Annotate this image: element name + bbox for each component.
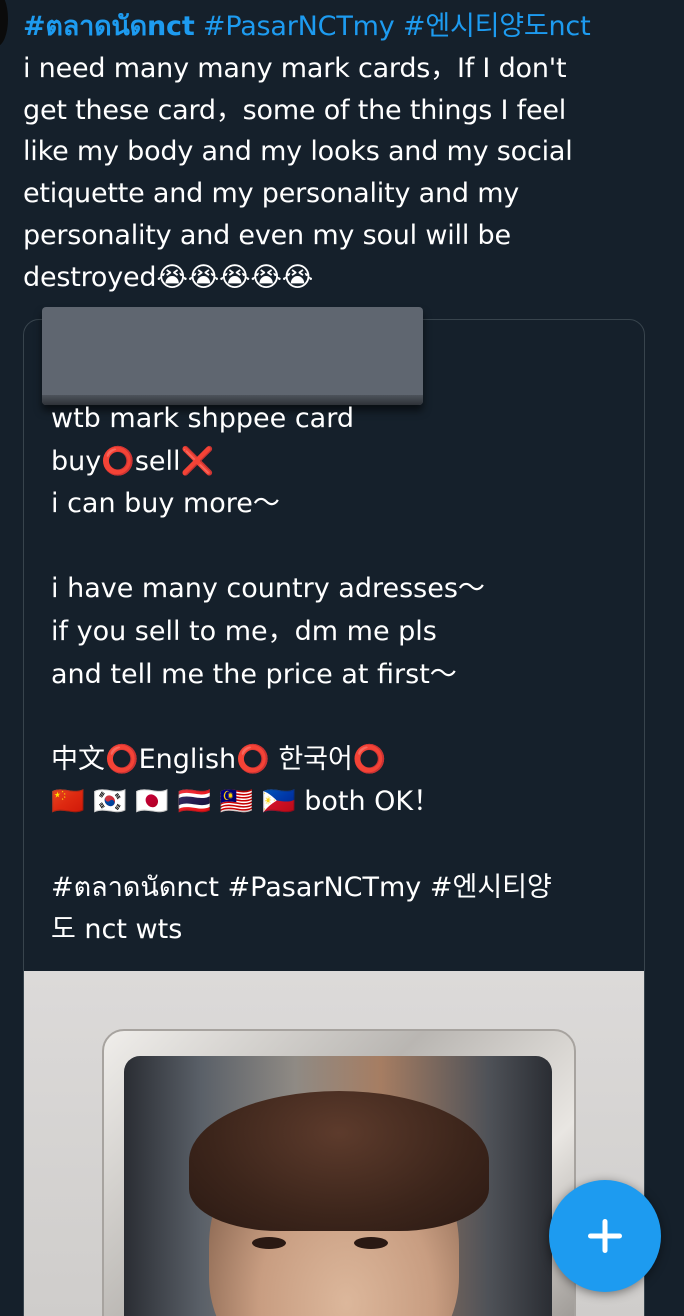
quote-line: i have many country adresses～: [51, 573, 485, 605]
tweet-text-line: i need many many mark cards，If I don't: [23, 52, 567, 84]
quote-word: English: [138, 743, 237, 775]
quoted-tweet-text: wtb mark shppee card buy⭕sell❌ i can buy…: [51, 398, 641, 952]
plus-icon: [588, 1219, 622, 1253]
quote-line: buy⭕sell❌: [51, 441, 641, 484]
quote-word: buy: [51, 445, 102, 477]
redaction-block: [42, 307, 423, 405]
quote-line: i can buy more～: [51, 488, 280, 520]
circle-emoji-icon: ⭕: [352, 743, 387, 775]
quote-word: 한국어: [269, 743, 353, 775]
quote-line: #ตลาดนัดnct #PasarNCTmy #엔시티양: [51, 871, 552, 903]
compose-tweet-button[interactable]: [549, 1180, 661, 1292]
tweet-detail-page: #ตลาดนัดnct #PasarNCTmy #엔시티양도nct i need…: [0, 0, 684, 1316]
photocard-eye: [252, 1237, 286, 1249]
circle-emoji-icon: ⭕: [105, 743, 139, 775]
avatar[interactable]: [0, 0, 8, 46]
quote-line: and tell me the price at first～: [51, 658, 457, 690]
hashtag-link[interactable]: #PasarNCTmy: [203, 11, 395, 42]
photocard-eye: [354, 1237, 388, 1249]
quote-line: 🇨🇳 🇰🇷 🇯🇵 🇹🇭 🇲🇾 🇵🇭 both OK！: [51, 781, 641, 824]
quote-blank-line: [51, 696, 641, 739]
quote-blank-line: [51, 824, 641, 867]
tweet-hashtags: #ตลาดนัดnct #PasarNCTmy #엔시티양도nct: [23, 6, 663, 48]
circle-emoji-icon: ⭕: [236, 743, 270, 775]
tweet-text-line: like my body and my looks and my social: [23, 136, 573, 168]
tweet-text-line: destroyed😭😭😭😭😭: [23, 261, 314, 293]
tweet-text-line: etiquette and my personality and my: [23, 178, 520, 210]
quote-blank-line: [51, 526, 641, 569]
quote-line: 中文⭕English⭕ 한국어⭕: [51, 739, 641, 782]
hashtag-link[interactable]: #ตลาดนัดnct: [23, 11, 195, 42]
quote-line: if you sell to me，dm me pls: [51, 615, 437, 647]
cross-emoji-icon: ❌: [180, 445, 215, 477]
circle-emoji-icon: ⭕: [101, 445, 135, 477]
quote-word: sell: [134, 445, 181, 477]
tweet-body: #ตลาดนัดnct #PasarNCTmy #엔시티양도nct i need…: [23, 6, 663, 299]
tweet-text-line: personality and even my soul will be: [23, 219, 511, 251]
flag-emoji-icons: 🇨🇳 🇰🇷 🇯🇵 🇹🇭 🇲🇾 🇵🇭: [51, 786, 296, 818]
quote-word: both OK！: [295, 786, 441, 818]
photocard-hair: [189, 1091, 489, 1231]
quoted-tweet-photo[interactable]: [24, 971, 644, 1316]
hashtag-link[interactable]: #엔시티양도nct: [403, 11, 591, 42]
quote-word: 中文: [51, 743, 105, 775]
tweet-text-line: get these card，some of the things I feel: [23, 94, 567, 126]
quote-line: wtb mark shppee card: [51, 403, 354, 434]
quote-line: 도 nct wts: [51, 914, 183, 946]
